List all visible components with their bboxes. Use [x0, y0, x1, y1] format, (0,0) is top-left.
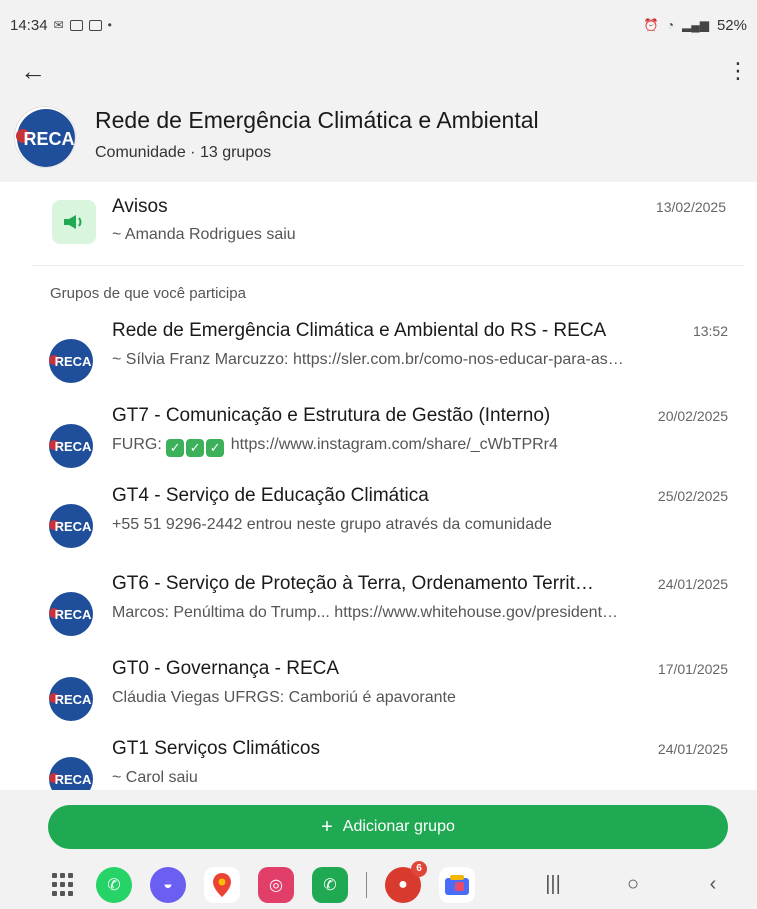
check-emoji-icon: ✓ [166, 439, 185, 457]
group-row[interactable]: RECA GT6 - Serviço de Proteção à Terra, … [32, 573, 744, 653]
plus-icon: + [321, 816, 333, 838]
group-name: Rede de Emergência Climática e Ambiental… [112, 320, 607, 341]
section-label: Grupos de que você participa [50, 285, 246, 302]
group-name: GT6 - Serviço de Proteção à Terra, Orden… [112, 573, 594, 594]
app-drawer-icon[interactable] [52, 872, 76, 897]
notification-badge: 6 [411, 860, 427, 877]
community-header: ← ⋮ RECA Rede de Emergência Climática e … [0, 50, 757, 182]
signal-icon: ▂▄▆ [682, 18, 709, 32]
announcements-name: Avisos [112, 196, 168, 217]
group-row[interactable]: RECA GT0 - Governança - RECA 17/01/2025 … [32, 658, 744, 738]
message-sender: FURG: [112, 436, 162, 453]
calendar-notification-icon [69, 19, 83, 31]
instagram-icon[interactable]: ◎ [258, 866, 294, 903]
navigation-bar: ✆ ◒ ◎ ✆ ● 6 ||| ○ ‹ [0, 860, 757, 909]
group-avatar: RECA [48, 423, 94, 469]
check-emoji-icon: ✓ [206, 439, 225, 457]
check-emoji-icon: ✓ [186, 439, 205, 457]
announcements-last-message: ~ Amanda Rodrigues saiu [112, 226, 296, 243]
add-group-label: Adicionar grupo [342, 818, 455, 835]
group-time: 25/02/2025 [657, 488, 728, 504]
svg-text:RECA: RECA [55, 519, 92, 534]
community-avatar[interactable]: RECA [14, 106, 76, 168]
gmail-notification-icon: ✉ [53, 18, 64, 32]
group-name: GT4 - Serviço de Educação Climática [112, 485, 429, 506]
announcements-row[interactable]: Avisos 13/02/2025 ~ Amanda Rodrigues sai… [32, 182, 744, 266]
megaphone-icon [52, 200, 96, 244]
store-icon[interactable] [439, 866, 475, 903]
group-name: GT1 Serviços Climáticos [112, 738, 320, 759]
group-time: 24/01/2025 [657, 576, 728, 592]
battery-level: 52% [716, 16, 747, 34]
group-time: 17/01/2025 [657, 661, 728, 677]
phone-icon[interactable]: ✆ [312, 866, 348, 903]
group-time: 13:52 [692, 323, 728, 339]
system-back-icon[interactable]: ‹ [693, 873, 733, 896]
message-text: https://www.instagram.com/share/_cWbTPRr… [230, 436, 558, 453]
svg-text:RECA: RECA [23, 129, 74, 149]
group-row[interactable]: RECA Rede de Emergência Climática e Ambi… [32, 320, 744, 400]
more-options-icon[interactable]: ⋮ [727, 60, 749, 82]
calendar-31-notification-icon [88, 19, 102, 31]
whatsapp-icon[interactable]: ✆ [96, 866, 132, 903]
group-row[interactable]: RECA GT4 - Serviço de Educação Climática… [32, 485, 744, 565]
community-title: Rede de Emergência Climática e Ambiental [95, 107, 539, 133]
group-name: GT7 - Comunicação e Estrutura de Gestão … [112, 405, 551, 426]
group-last-message: FURG: ✓ ✓ ✓ https://www.instagram.com/shar… [112, 436, 727, 457]
maps-icon[interactable] [204, 866, 240, 903]
reca-logo-icon: RECA [16, 109, 75, 167]
status-bar: 14:34 ✉ • ⏰ ◔ ▂▄▆ 52% [0, 0, 757, 50]
group-avatar: RECA [48, 503, 94, 549]
recent-apps-icon[interactable]: ||| [533, 873, 573, 896]
group-last-message: Marcos: Penúltima do Trump... https://ww… [112, 604, 619, 621]
group-name: GT0 - Governança - RECA [112, 658, 340, 679]
group-avatar: RECA [48, 591, 94, 637]
add-group-button[interactable]: + Adicionar grupo [48, 805, 728, 849]
more-notifications-dot-icon: • [107, 18, 112, 32]
group-last-message: ~ Carol saiu [112, 769, 198, 786]
bottom-area: + Adicionar grupo ✆ ◒ ◎ ✆ ● 6 ||| ○ ‹ [0, 790, 757, 909]
wifi-icon: ◔ [666, 18, 674, 32]
group-time: 24/01/2025 [657, 741, 728, 757]
alarm-icon: ⏰ [643, 18, 659, 32]
announcements-date: 13/02/2025 [655, 199, 726, 215]
clock: 14:34 [10, 16, 48, 34]
svg-text:RECA: RECA [55, 439, 92, 454]
community-subtitle: Comunidade · 13 grupos [95, 144, 272, 161]
home-icon[interactable]: ○ [613, 873, 653, 896]
svg-text:RECA: RECA [55, 354, 92, 369]
app-with-badge-icon[interactable]: ● 6 [385, 860, 427, 903]
group-last-message: +55 51 9296-2442 entrou neste grupo atra… [112, 516, 552, 533]
svg-text:RECA: RECA [55, 692, 92, 707]
group-last-message: Cláudia Viegas UFRGS: Camboriú é apavora… [112, 689, 456, 706]
back-arrow-icon[interactable]: ← [20, 58, 46, 84]
svg-text:RECA: RECA [55, 607, 92, 622]
group-time: 20/02/2025 [657, 408, 728, 424]
samsung-internet-icon[interactable]: ◒ [150, 866, 186, 903]
group-row[interactable]: RECA GT7 - Comunicação e Estrutura de Ge… [32, 405, 744, 485]
group-avatar: RECA [48, 676, 94, 722]
group-last-message: ~ Sílvia Franz Marcuzzo: https://sler.co… [112, 351, 624, 368]
svg-text:RECA: RECA [55, 772, 92, 787]
dock-separator [366, 871, 367, 898]
group-avatar: RECA [48, 338, 94, 384]
